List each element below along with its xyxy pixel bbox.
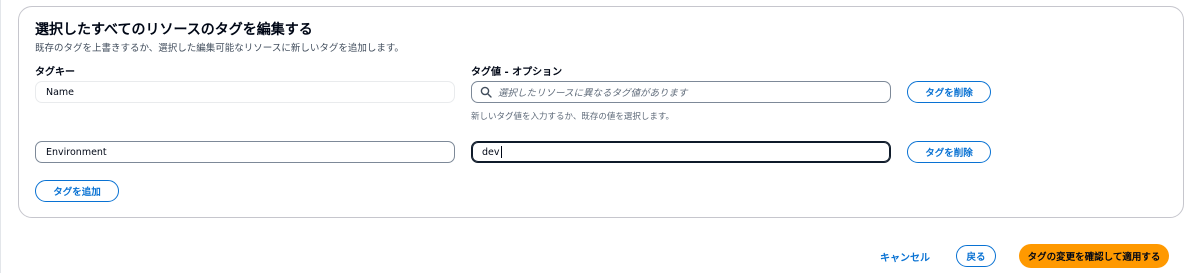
confirm-apply-button[interactable]: タグの変更を確認して適用する: [1019, 244, 1169, 268]
tag-key-input-name[interactable]: Name: [35, 81, 455, 103]
tag-value-hint: 新しいタグ値を入力するか、既存の値を選択します。: [471, 112, 674, 122]
panel-description: 既存のタグを上書きするか、選択した編集可能なリソースに新しいタグを追加します。: [35, 43, 404, 54]
page-edge-divider: [0, 0, 1, 273]
panel-title: 選択したすべてのリソースのタグを編集する: [35, 22, 313, 38]
tag-value-search-input[interactable]: 選択したリソースに異なるタグ値があります: [471, 81, 891, 103]
tag-value-input-environment[interactable]: dev: [471, 141, 891, 163]
tag-value-label: タグ値 - オプション: [471, 67, 563, 78]
tag-value-placeholder: 選択したリソースに異なるタグ値があります: [498, 88, 688, 99]
remove-tag-button-name[interactable]: タグを削除: [907, 81, 991, 103]
back-button[interactable]: 戻る: [956, 245, 996, 267]
text-cursor: [500, 146, 502, 158]
remove-tag-button-environment[interactable]: タグを削除: [907, 141, 991, 163]
tag-value-text: dev: [482, 146, 500, 158]
tag-key-input-environment[interactable]: Environment: [35, 141, 455, 163]
tag-key-value: Name: [46, 86, 75, 98]
edit-tags-panel: 選択したすべてのリソースのタグを編集する 既存のタグを上書きするか、選択した編集…: [18, 6, 1184, 218]
tag-key-value: Environment: [46, 146, 107, 158]
tag-key-label: タグキー: [35, 67, 75, 78]
cancel-button[interactable]: キャンセル: [880, 249, 930, 264]
add-tag-button[interactable]: タグを追加: [35, 180, 119, 202]
search-icon: [480, 86, 492, 98]
